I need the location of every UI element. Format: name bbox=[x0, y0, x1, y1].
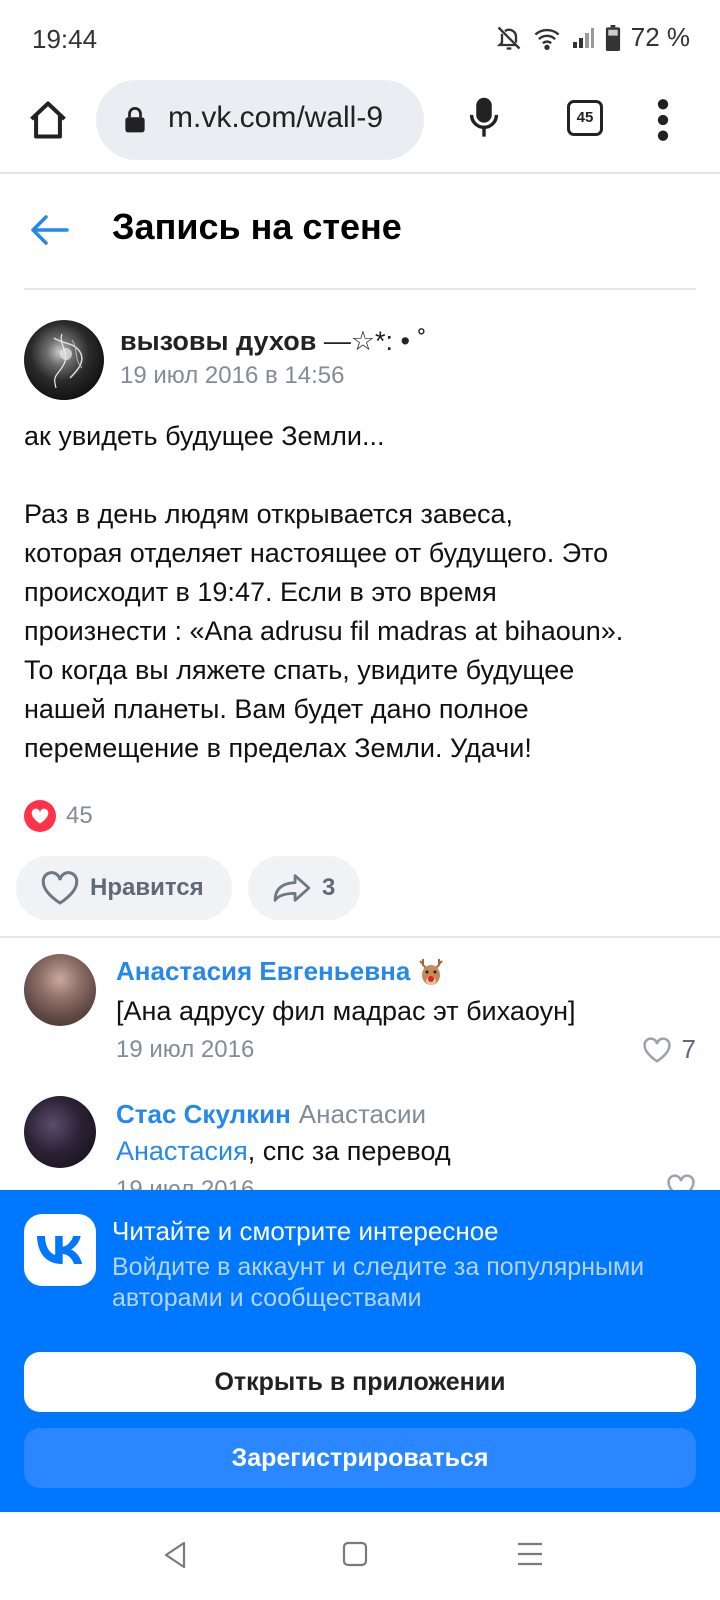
commenter-name[interactable]: Анастасия Евгеньевна bbox=[116, 956, 446, 989]
comment-text: Анастасия, спс за перевод bbox=[116, 1136, 451, 1167]
comment-text-body: , спс за перевод bbox=[247, 1136, 451, 1166]
nav-home-icon[interactable] bbox=[342, 1540, 368, 1568]
status-time: 19:44 bbox=[32, 24, 98, 54]
home-icon[interactable] bbox=[26, 98, 70, 142]
reply-to-label[interactable]: Анастасии bbox=[299, 1099, 426, 1129]
system-nav-bar bbox=[0, 1512, 720, 1600]
post-line: которая отделяет настоящее от будущего. … bbox=[24, 538, 609, 568]
reaction-count: 45 bbox=[66, 802, 93, 829]
post-line: перемещение в пределах Земли. Удачи! bbox=[24, 733, 532, 763]
author-name-text[interactable]: вызовы духов bbox=[120, 326, 316, 356]
post-date[interactable]: 19 июл 2016 в 14:56 bbox=[120, 362, 344, 390]
app-promo-banner: Читайте и смотрите интересное Войдите в … bbox=[0, 1190, 720, 1512]
heart-outline-icon bbox=[41, 871, 79, 905]
like-button[interactable]: Нравится bbox=[16, 856, 232, 920]
register-button[interactable]: Зарегистрироваться bbox=[24, 1428, 696, 1488]
page-title: Запись на стене bbox=[112, 206, 402, 247]
share-button[interactable]: 3 bbox=[248, 856, 360, 920]
page-header: Запись на стене bbox=[0, 176, 720, 290]
mention-link[interactable]: Анастасия bbox=[116, 1136, 248, 1166]
battery-icon bbox=[605, 24, 620, 51]
status-bar: 19:44 72 % bbox=[0, 0, 720, 80]
microphone-icon[interactable] bbox=[470, 96, 498, 140]
more-vert-icon[interactable] bbox=[656, 98, 670, 142]
back-arrow-icon[interactable] bbox=[30, 214, 70, 246]
commenter-name[interactable]: Стас Скулкин Анастасии bbox=[116, 1099, 426, 1130]
post-line: Раз в день людям открывается завеса, bbox=[24, 499, 514, 529]
author-name[interactable]: вызовы духов —☆*: • ˚ bbox=[120, 326, 426, 357]
share-arrow-icon bbox=[273, 874, 311, 902]
vk-logo-icon bbox=[24, 1214, 96, 1286]
signal-icon bbox=[572, 27, 594, 48]
post-line: происходит в 19:47. Если в это время bbox=[24, 577, 497, 607]
browser-toolbar: m.vk.com/wall-9 45 bbox=[0, 78, 720, 174]
bell-off-icon bbox=[496, 26, 521, 50]
tab-switcher-button[interactable]: 45 bbox=[567, 100, 603, 136]
comment-like-button[interactable]: 7 bbox=[642, 1034, 696, 1065]
avatar-artwork bbox=[53, 333, 83, 389]
commenter-avatar[interactable] bbox=[24, 954, 96, 1026]
battery-percent: 72 % bbox=[630, 22, 690, 52]
commenter-name-text[interactable]: Стас Скулкин bbox=[116, 1099, 291, 1129]
post-line-blank bbox=[24, 456, 704, 495]
lock-icon bbox=[125, 107, 145, 133]
address-bar[interactable]: m.vk.com/wall-9 bbox=[96, 80, 424, 160]
heart-outline-icon bbox=[642, 1036, 671, 1063]
post-text: ак увидеть будущее Земли... Раз в день л… bbox=[24, 417, 704, 768]
open-in-app-button[interactable]: Открыть в приложении bbox=[24, 1352, 696, 1412]
promo-title: Читайте и смотрите интересное bbox=[112, 1216, 499, 1246]
divider bbox=[0, 936, 720, 938]
like-label: Нравится bbox=[90, 874, 204, 901]
share-count: 3 bbox=[322, 874, 336, 901]
url-text: m.vk.com/wall-9 bbox=[168, 101, 384, 134]
post-line: То когда вы ляжете спать, увидите будуще… bbox=[24, 655, 575, 685]
post-line: произнести : «Ana adrusu fil madras at b… bbox=[24, 616, 624, 646]
comment-text: [Ана адрусу фил мадрас эт бихаоун] bbox=[116, 996, 576, 1026]
commenter-avatar[interactable] bbox=[24, 1096, 96, 1168]
author-name-decoration: —☆*: • ˚ bbox=[316, 326, 427, 356]
divider bbox=[24, 288, 696, 290]
comment-date[interactable]: 19 июл 2016 bbox=[116, 1036, 254, 1064]
wifi-icon bbox=[534, 28, 560, 50]
heart-reaction-icon bbox=[24, 800, 56, 832]
nav-recents-icon[interactable] bbox=[516, 1540, 544, 1568]
reindeer-emoji-icon bbox=[419, 959, 444, 986]
nav-back-icon[interactable] bbox=[162, 1540, 188, 1570]
reaction-summary[interactable]: 45 bbox=[24, 800, 93, 832]
comment-like-count: 7 bbox=[681, 1034, 696, 1064]
post-line: нашей планеты. Вам будет дано полное bbox=[24, 694, 529, 724]
post-line: ак увидеть будущее Земли... bbox=[24, 421, 385, 451]
author-avatar[interactable] bbox=[24, 320, 104, 400]
status-icons: 72 % bbox=[495, 22, 690, 53]
commenter-name-text[interactable]: Анастасия Евгеньевна bbox=[116, 956, 410, 986]
promo-subtitle: Войдите в аккаунт и следите за популярны… bbox=[112, 1253, 645, 1312]
